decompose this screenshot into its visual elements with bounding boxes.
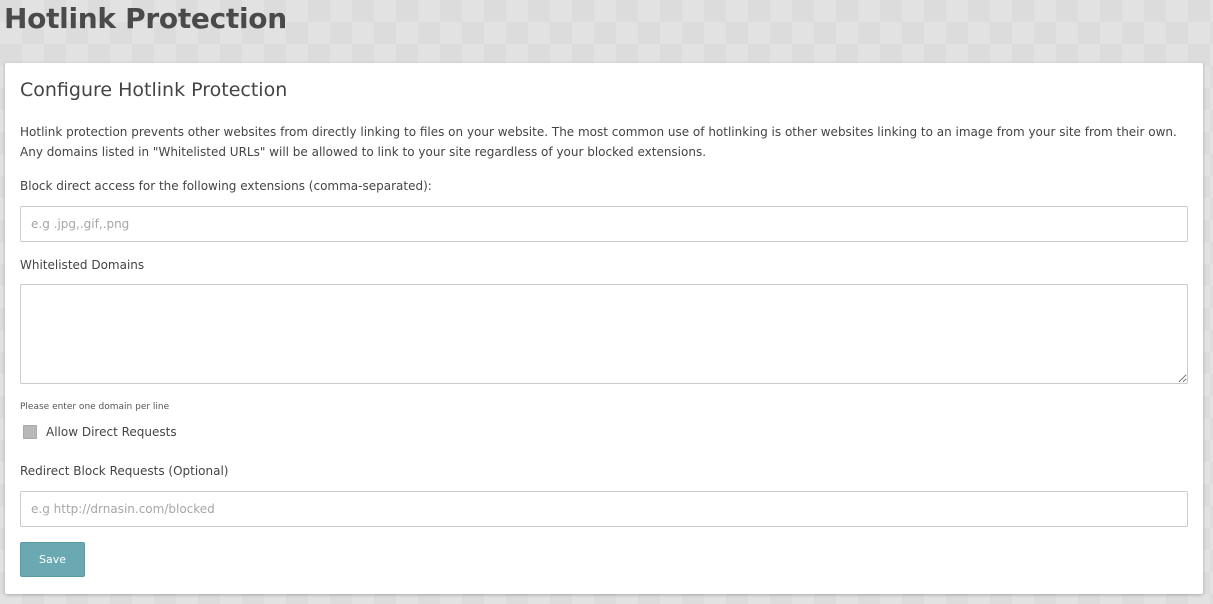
intro-text: Hotlink protection prevents other websit… — [20, 125, 1177, 159]
redirect-input[interactable] — [20, 491, 1188, 527]
allow-direct-requests-checkbox[interactable] — [23, 425, 37, 439]
redirect-label: Redirect Block Requests (Optional) — [20, 464, 229, 478]
save-button[interactable]: Save — [20, 542, 85, 577]
allow-direct-requests-row[interactable]: Allow Direct Requests — [23, 424, 177, 440]
extensions-label: Block direct access for the following ex… — [20, 179, 432, 193]
domains-help-text: Please enter one domain per line — [20, 402, 170, 412]
extensions-input[interactable] — [20, 206, 1188, 242]
card-title: Configure Hotlink Protection — [20, 79, 288, 101]
whitelisted-domains-label: Whitelisted Domains — [20, 258, 145, 272]
hotlink-config-card: Configure Hotlink Protection Hotlink pro… — [5, 63, 1203, 594]
page-title: Hotlink Protection — [4, 2, 287, 35]
allow-direct-requests-label[interactable]: Allow Direct Requests — [46, 425, 177, 439]
whitelisted-domains-textarea[interactable] — [20, 284, 1188, 384]
